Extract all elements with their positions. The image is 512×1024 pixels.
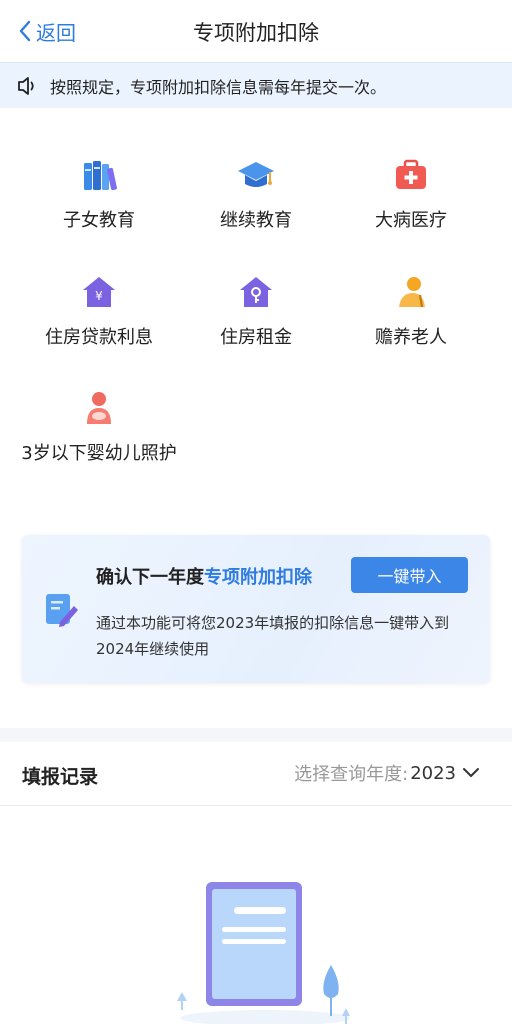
year-selector-label: 选择查询年度: [294, 764, 409, 785]
house-yuan-icon: ¥ [79, 272, 119, 312]
category-label: 住房贷款利息 [45, 327, 153, 348]
house-key-icon [236, 272, 276, 312]
form-pen-icon [44, 590, 80, 634]
category-label: 赡养老人 [375, 327, 447, 348]
category-label: 子女教育 [63, 210, 135, 231]
category-housing-rent[interactable]: 住房租金 [171, 272, 341, 352]
category-infant-care[interactable]: 3岁以下婴幼儿照护 [14, 388, 184, 468]
category-housing-loan-interest[interactable]: ¥ 住房贷款利息 [14, 272, 184, 352]
category-elderly-support[interactable]: 赡养老人 [326, 272, 496, 352]
records-header: 填报记录 选择查询年度: 2023 [0, 742, 512, 806]
card-title: 确认下一年度专项附加扣除 [96, 567, 312, 588]
year-selector[interactable]: 选择查询年度: 2023 [294, 760, 480, 786]
page-title: 专项附加扣除 [193, 21, 319, 45]
one-click-import-button[interactable]: 一键带入 [351, 557, 468, 593]
empty-state-illustration [170, 870, 360, 1024]
books-icon [79, 155, 119, 195]
category-continuing-education[interactable]: 继续教育 [171, 155, 341, 235]
elderly-person-icon [391, 272, 431, 312]
year-selector-value: 2023 [410, 762, 456, 784]
carry-forward-card: 确认下一年度专项附加扣除 一键带入 通过本功能可将您2023年填报的扣除信息一键… [22, 535, 490, 683]
graduation-cap-icon [236, 155, 276, 195]
category-label: 3岁以下婴幼儿照护 [21, 443, 177, 464]
card-title-highlight: 专项附加扣除 [204, 567, 312, 588]
card-description: 通过本功能可将您2023年填报的扣除信息一键带入到2024年继续使用 [96, 614, 450, 658]
section-divider [0, 728, 512, 742]
notice-text: 按照规定，专项附加扣除信息需每年提交一次。 [50, 77, 387, 97]
svg-text:¥: ¥ [95, 289, 103, 303]
category-label: 大病医疗 [375, 210, 447, 231]
speaker-icon [16, 75, 40, 97]
category-label: 继续教育 [220, 210, 292, 231]
category-children-education[interactable]: 子女教育 [14, 155, 184, 235]
category-serious-illness[interactable]: 大病医疗 [326, 155, 496, 235]
mother-baby-icon [79, 388, 119, 428]
notice-banner: 按照规定，专项附加扣除信息需每年提交一次。 [0, 62, 512, 108]
category-label: 住房租金 [220, 327, 292, 348]
medical-kit-icon [391, 155, 431, 195]
records-title: 填报记录 [22, 766, 99, 788]
navigation-bar: 返回 专项附加扣除 [0, 0, 512, 62]
chevron-down-icon [463, 768, 479, 777]
